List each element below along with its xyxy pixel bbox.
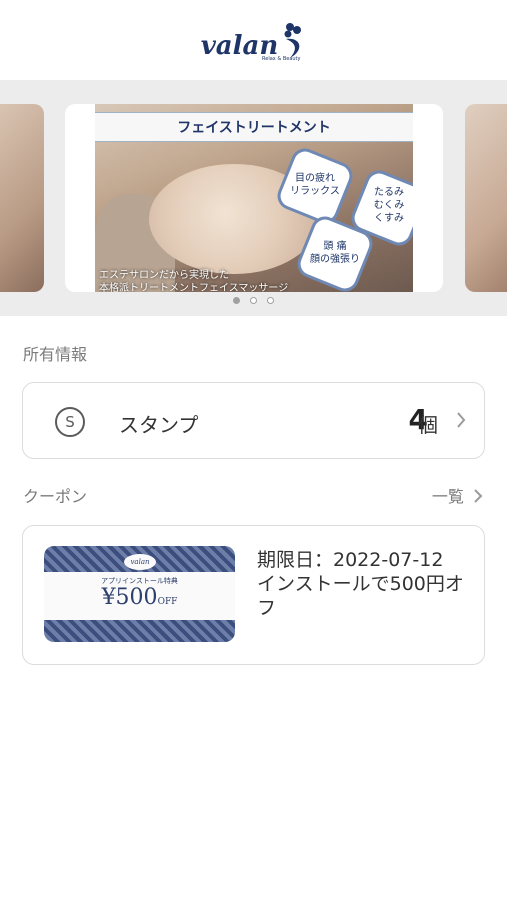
coupon-price-suffix: OFF xyxy=(157,597,178,607)
flower-icon xyxy=(284,23,302,58)
stamp-icon-letter: S xyxy=(65,413,75,431)
coupon-description: インストールで500円オフ xyxy=(257,573,464,619)
coupon-price-value: ¥500 xyxy=(101,585,158,610)
stamp-icon: S xyxy=(55,407,85,437)
coupon-expiry: 期限日：2022-07-12 xyxy=(257,549,444,571)
logo-tagline: Relax & Beauty xyxy=(262,56,301,62)
banner-image: フェイストリートメント 目の疲れ リラックス たるみ むくみ くすみ 頭 痛 顔… xyxy=(95,104,413,292)
page-dot-active[interactable] xyxy=(233,297,240,304)
chevron-right-icon xyxy=(474,489,483,503)
coupon-section-title: クーポン xyxy=(23,487,88,506)
coupon-brand-logo: valan xyxy=(124,554,156,570)
stamp-label: スタンプ xyxy=(119,413,199,437)
stamp-unit: 個 xyxy=(418,413,438,437)
badge-line: リラックス xyxy=(290,186,340,197)
coupon-price-band: アプリインストール特典 ¥500OFF xyxy=(44,572,235,620)
badge-line: たるみ xyxy=(374,187,404,198)
banner-title: フェイストリートメント xyxy=(95,112,413,142)
carousel-slide-current[interactable]: フェイストリートメント 目の疲れ リラックス たるみ むくみ くすみ 頭 痛 顔… xyxy=(65,104,443,292)
banner-badge-eyes-text: 目の疲れ リラックス xyxy=(283,172,347,198)
coupon-list-label: 一覧 xyxy=(431,487,464,506)
banner-badge-headache-text: 頭 痛 顔の強張り xyxy=(303,240,367,266)
badge-line: 目の疲れ xyxy=(295,173,335,184)
app-header: valan Relax & Beauty xyxy=(0,0,507,80)
coupon-list-link[interactable]: 一覧 xyxy=(432,483,483,507)
holdings-section-title: 所有情報 xyxy=(23,345,88,364)
coupon-details: 期限日：2022-07-12 インストールで500円オフ xyxy=(257,548,467,620)
coupon-price: ¥500OFF xyxy=(44,585,235,610)
banner-caption-line2: 本格派トリートメントフェイスマッサージ xyxy=(99,283,289,292)
banner-carousel[interactable]: フェイストリートメント 目の疲れ リラックス たるみ むくみ くすみ 頭 痛 顔… xyxy=(0,80,507,316)
badge-line: むくみ xyxy=(373,200,405,211)
coupon-image: valan アプリインストール特典 ¥500OFF xyxy=(44,546,235,642)
stamp-card[interactable]: S スタンプ 4 個 xyxy=(22,382,485,459)
carousel-slide-next[interactable] xyxy=(465,104,507,292)
chevron-right-icon xyxy=(457,412,466,428)
carousel-page-indicator xyxy=(0,297,507,304)
banner-badge-sagging-text: たるみ むくみ くすみ xyxy=(357,186,413,225)
coupon-card[interactable]: valan アプリインストール特典 ¥500OFF 期限日：2022-07-12… xyxy=(22,525,485,665)
brand-logo: valan xyxy=(201,21,307,59)
badge-line: 頭 痛 xyxy=(323,241,347,252)
carousel-slide-prev[interactable] xyxy=(0,104,44,292)
badge-line: くすみ xyxy=(374,213,404,224)
badge-line: 顔の強張り xyxy=(310,254,360,265)
page-dot[interactable] xyxy=(250,297,257,304)
page-dot[interactable] xyxy=(267,297,274,304)
